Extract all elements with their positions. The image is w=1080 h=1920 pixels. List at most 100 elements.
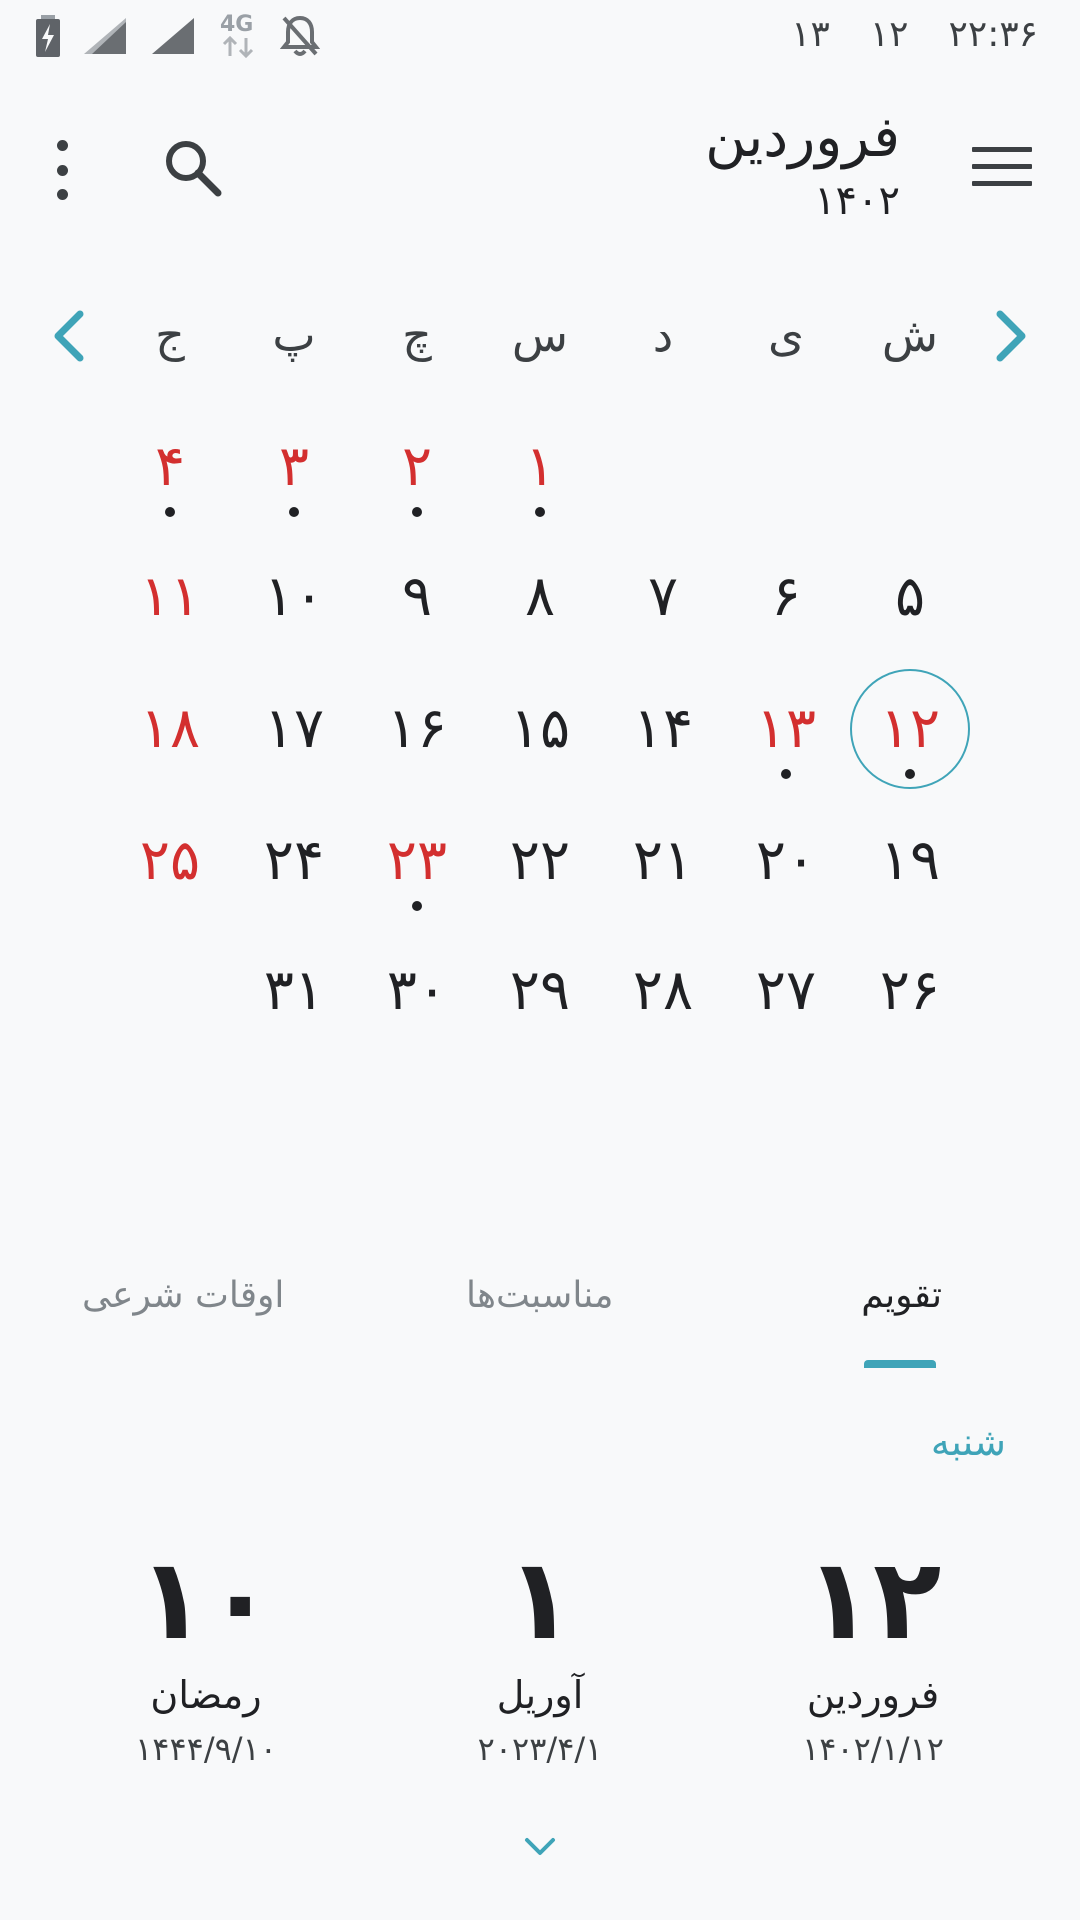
- day-cell[interactable]: ۱۷: [232, 667, 356, 791]
- day-number: ۳۱: [263, 958, 325, 1023]
- title-block[interactable]: فروردین ۱۴۰۲: [705, 95, 900, 221]
- day-number: ۱۶: [386, 696, 448, 761]
- day-cell[interactable]: ۲۷: [724, 929, 848, 1053]
- status-icons: 4G: [36, 12, 320, 58]
- day-number: ۹: [401, 564, 433, 629]
- day-number: ۲۵: [139, 828, 201, 893]
- day-cell[interactable]: ۷: [601, 535, 725, 659]
- hijri-date[interactable]: ۱۰ رمضان ۱۴۴۴/۹/۱۰: [76, 1535, 336, 1773]
- day-cell[interactable]: ۲۵: [108, 799, 232, 923]
- status-clock: ۲۲:۳۶: [948, 14, 1038, 55]
- event-dot: [289, 507, 299, 517]
- weekday-label: س: [511, 308, 569, 362]
- day-number: ۲۱: [632, 828, 694, 893]
- day-cell[interactable]: ۱۲: [848, 667, 972, 791]
- battery-charging-icon: [36, 15, 60, 57]
- event-dot: [412, 507, 422, 517]
- tab-calendar[interactable]: تقویم: [861, 1260, 942, 1332]
- day-cell[interactable]: ۱۳: [724, 667, 848, 791]
- weekday-label: د: [652, 308, 674, 362]
- chevron-left-icon[interactable]: [48, 308, 92, 364]
- weekday-label: ج: [155, 308, 185, 362]
- day-cell[interactable]: ۱۱: [108, 535, 232, 659]
- tab-indicator: [864, 1360, 936, 1368]
- day-number: ۲۹: [509, 958, 571, 1023]
- day-number: ۱۲: [879, 696, 941, 761]
- day-cell[interactable]: ۳۱: [232, 929, 356, 1053]
- day-number: ۲۰: [755, 828, 817, 893]
- day-cell[interactable]: ۱۴: [601, 667, 725, 791]
- day-number: ۱۷: [263, 696, 325, 761]
- date-conversions: ۱۲ فروردین ۱۴۰۲/۱/۱۲ ۱ آوریل ۲۰۲۳/۴/۱ ۱۰…: [0, 1535, 1080, 1775]
- day-cell[interactable]: ۸: [478, 535, 602, 659]
- day-number: ۱۳: [755, 696, 817, 761]
- day-number: ۵: [894, 564, 926, 629]
- status-bar: 4G ۲۲:۳۶ ۱۲ ۱۳: [0, 0, 1080, 75]
- weekday-label: پ: [272, 308, 316, 362]
- day-number: ۲۴: [263, 828, 325, 893]
- gregorian-month: آوریل: [496, 1673, 584, 1717]
- day-cell[interactable]: ۲: [355, 405, 479, 529]
- day-cell[interactable]: ۶: [724, 535, 848, 659]
- event-dot: [412, 901, 422, 911]
- day-number: ۳۰: [386, 958, 448, 1023]
- event-dot: [165, 507, 175, 517]
- hijri-month: رمضان: [150, 1673, 262, 1717]
- signal-icon: [84, 18, 126, 54]
- day-cell[interactable]: ۲۰: [724, 799, 848, 923]
- day-number: ۱: [524, 434, 556, 499]
- day-cell[interactable]: ۱۸: [108, 667, 232, 791]
- day-number: ۱۹: [879, 828, 941, 893]
- day-number: ۱۵: [509, 696, 571, 761]
- day-cell[interactable]: ۲۹: [478, 929, 602, 1053]
- weekday-label: ش: [881, 308, 939, 362]
- page-title: فروردین: [705, 105, 900, 170]
- day-number: ۲۷: [755, 958, 817, 1023]
- day-number: ۱۴: [632, 696, 694, 761]
- day-number: ۲: [401, 434, 433, 499]
- day-cell[interactable]: ۲۲: [478, 799, 602, 923]
- day-number: ۶: [770, 564, 802, 629]
- persian-full-date: ۱۴۰۲/۱/۱۲: [802, 1730, 944, 1768]
- day-number: ۱۸: [139, 696, 201, 761]
- menu-icon[interactable]: [972, 147, 1032, 193]
- day-number: ۳: [278, 434, 310, 499]
- persian-month: فروردین: [806, 1673, 940, 1717]
- chevron-down-icon[interactable]: [523, 1835, 557, 1859]
- selected-weekday: شنبه: [930, 1420, 1006, 1464]
- day-cell[interactable]: ۹: [355, 535, 479, 659]
- day-cell[interactable]: ۱۰: [232, 535, 356, 659]
- gregorian-day: ۱: [505, 1535, 575, 1665]
- gregorian-full-date: ۲۰۲۳/۴/۱: [477, 1730, 603, 1768]
- status-times: ۲۲:۳۶ ۱۲ ۱۳: [791, 14, 1038, 55]
- more-vert-icon[interactable]: [52, 140, 72, 200]
- gregorian-date[interactable]: ۱ آوریل ۲۰۲۳/۴/۱: [410, 1535, 670, 1773]
- day-cell[interactable]: ۲۶: [848, 929, 972, 1053]
- day-cell[interactable]: ۱۹: [848, 799, 972, 923]
- day-number: ۲۸: [632, 958, 694, 1023]
- day-cell[interactable]: ۲۴: [232, 799, 356, 923]
- chevron-right-icon[interactable]: [988, 308, 1032, 364]
- day-number: ۸: [524, 564, 556, 629]
- day-number: ۲۳: [386, 828, 448, 893]
- day-cell[interactable]: ۲۸: [601, 929, 725, 1053]
- day-cell[interactable]: ۴: [108, 405, 232, 529]
- day-cell[interactable]: ۳: [232, 405, 356, 529]
- day-cell[interactable]: ۱۵: [478, 667, 602, 791]
- day-cell[interactable]: ۱: [478, 405, 602, 529]
- day-number: ۴: [154, 434, 186, 499]
- tab-prayer-times[interactable]: اوقات شرعی: [82, 1260, 284, 1332]
- search-icon[interactable]: [160, 135, 224, 199]
- day-cell[interactable]: ۳۰: [355, 929, 479, 1053]
- day-number: ۱۱: [139, 564, 201, 629]
- event-dot: [781, 769, 791, 779]
- day-cell[interactable]: ۲۱: [601, 799, 725, 923]
- year-label: ۱۴۰۲: [814, 178, 900, 224]
- day-cell[interactable]: ۵: [848, 535, 972, 659]
- day-cell[interactable]: ۱۶: [355, 667, 479, 791]
- persian-date[interactable]: ۱۲ فروردین ۱۴۰۲/۱/۱۲: [743, 1535, 1003, 1773]
- day-cell[interactable]: ۲۳: [355, 799, 479, 923]
- day-number: ۲۲: [509, 828, 571, 893]
- status-date-day: ۱۲: [869, 14, 909, 55]
- tab-occasions[interactable]: مناسبت‌ها: [466, 1260, 613, 1332]
